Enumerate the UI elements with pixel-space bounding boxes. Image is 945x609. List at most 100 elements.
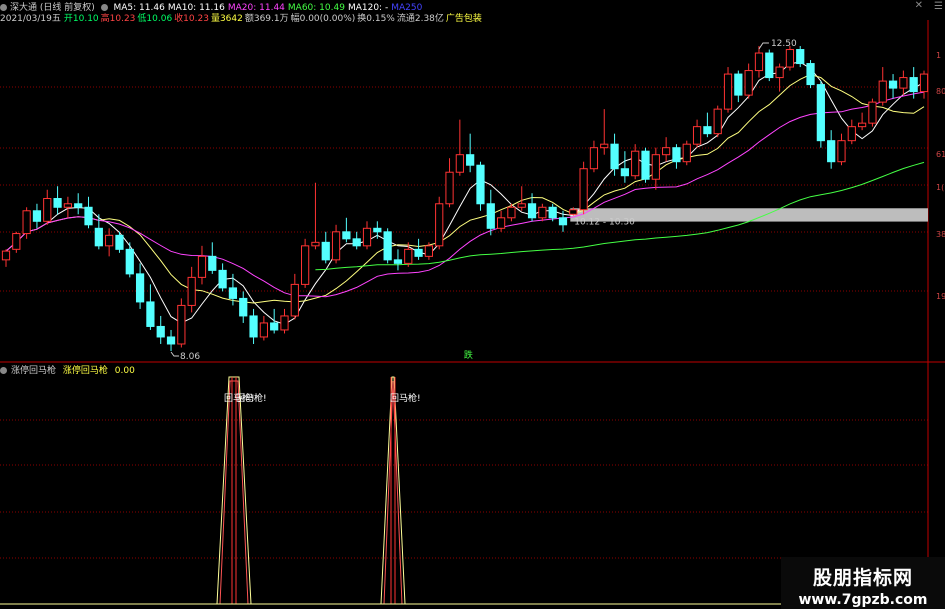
candle-body	[806, 63, 815, 86]
candle-body	[909, 77, 918, 93]
menu-icon[interactable]: ☰	[934, 1, 943, 12]
stock-chart[interactable]: 12.508.0610.12 - 10.30跌 回马枪!回马枪! 回马枪! 180…	[0, 0, 945, 609]
candle-body	[816, 84, 825, 142]
axis-label: 1	[936, 51, 941, 60]
candle-body	[496, 217, 506, 229]
quote-field: 流通2.38亿	[396, 14, 444, 24]
fall-label: 跌	[464, 350, 473, 361]
quote-field: 额369.1万	[244, 14, 289, 24]
indicator-label: 涨停回马枪	[62, 366, 108, 376]
candle-body	[466, 154, 475, 166]
high-label: 12.50	[771, 39, 797, 49]
signal-label: 回马枪!	[390, 392, 421, 404]
header-row-quote: 2021/03/19五 开10.10 高10.23 低10.06 收10.23 量3642…	[0, 11, 487, 24]
candle-body	[682, 143, 691, 163]
candle-body	[558, 217, 568, 226]
high-marker	[758, 42, 769, 50]
candle-body	[84, 206, 93, 226]
candle-body	[393, 259, 403, 264]
signal-line	[380, 376, 406, 605]
candle-body	[383, 231, 392, 261]
sub-indicator-header: 涨停回马枪 涨停回马枪 0.00	[0, 363, 139, 376]
candle-body	[404, 248, 413, 264]
candle-body	[342, 231, 351, 240]
candle-body	[259, 322, 268, 338]
candle-body	[424, 245, 434, 257]
quote-field: 开10.10	[63, 14, 99, 24]
quote-field: 量3642	[210, 14, 243, 24]
candle-body	[156, 325, 165, 338]
candle-body	[765, 52, 774, 79]
candle-body	[827, 140, 836, 163]
watermark: 股朋指标网 www.7gpzb.com	[781, 557, 945, 609]
candle-body	[878, 80, 887, 103]
candle-body	[641, 150, 650, 180]
candle-body	[579, 168, 588, 211]
candle-body	[1, 250, 11, 261]
quote-field: 低10.06	[137, 14, 173, 24]
candle-body	[63, 203, 72, 208]
candle-body	[651, 154, 660, 180]
right-price-axis: 1 80 61 1(38 19	[936, 51, 945, 301]
candle-body	[868, 101, 877, 124]
candle-body	[507, 206, 516, 219]
close-icon[interactable]: ✕	[915, 0, 923, 11]
candle-body	[919, 73, 929, 93]
candle-body	[301, 245, 310, 285]
candle-body	[713, 108, 722, 135]
candle-body	[723, 73, 733, 110]
box-label: 10.12 - 10.30	[574, 217, 635, 227]
low-marker	[170, 351, 180, 357]
candle-body	[858, 122, 867, 128]
signal-line-inner	[219, 380, 249, 605]
candle-body	[331, 231, 341, 261]
candle-body	[486, 203, 495, 229]
candle-body	[445, 171, 454, 205]
chart-grid	[0, 20, 945, 609]
ma10-line	[5, 73, 925, 304]
candle-body	[208, 255, 217, 271]
candle-body	[672, 147, 681, 163]
axis-label: 80	[936, 87, 945, 96]
candle-body	[548, 206, 557, 219]
candle-body	[888, 80, 898, 89]
candle-body	[249, 315, 258, 338]
candle-body	[455, 154, 464, 173]
candle-body	[414, 248, 423, 257]
candle-body	[538, 206, 547, 219]
low-label: 8.06	[180, 352, 200, 362]
circle-icon	[0, 4, 7, 11]
candle-body	[589, 147, 599, 170]
candle-body	[796, 49, 805, 65]
candle-body	[94, 227, 103, 247]
candle-body	[734, 73, 743, 96]
quote-field: 换0.15%	[357, 14, 395, 24]
candle-body	[115, 234, 124, 250]
candle-body	[610, 143, 619, 170]
quote-field: 幅0.00(0.00%)	[290, 14, 356, 24]
candle-body	[290, 283, 299, 317]
candle-body	[105, 234, 114, 247]
candle-body	[311, 241, 320, 247]
indicator-name[interactable]: 涨停回马枪	[11, 366, 56, 376]
signal-label: 回马枪!	[236, 392, 267, 404]
quote-field: 高10.23	[100, 14, 136, 24]
candle-body	[517, 203, 526, 208]
axis-label: 19	[936, 292, 945, 301]
candle-body	[22, 210, 31, 235]
quote-field: 广告包装	[445, 14, 482, 24]
candle-body	[187, 276, 196, 306]
indicator-value: 0.00	[114, 366, 135, 376]
candle-body	[352, 238, 361, 247]
candle-body	[476, 164, 485, 205]
candle-body	[569, 209, 578, 215]
candle-body	[899, 77, 908, 89]
circle-icon[interactable]	[0, 367, 7, 374]
candle-body	[280, 315, 289, 331]
candle-body	[631, 150, 640, 177]
candle-body	[239, 297, 248, 317]
quote-date: 2021/03/19五	[0, 14, 61, 24]
candle-body	[527, 203, 537, 219]
quote-fields: 开10.10 高10.23 低10.06 收10.23 量3642 额369.1万 幅0.0…	[64, 14, 484, 24]
quote-field: 收10.23	[174, 14, 209, 24]
